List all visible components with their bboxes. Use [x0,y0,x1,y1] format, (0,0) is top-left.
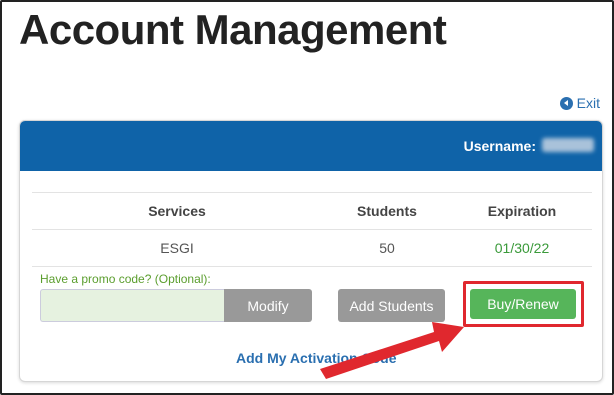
add-activation-code-link[interactable]: Add My Activation Code [236,350,397,366]
services-table: Services Students Expiration ESGI 50 01/… [32,192,592,267]
modify-button[interactable]: Modify [224,289,312,322]
column-header-expiration: Expiration [487,203,557,219]
add-students-button[interactable]: Add Students [338,289,445,322]
username-value-redacted [542,138,594,152]
cell-expiration: 01/30/22 [494,240,550,256]
promo-code-label: Have a promo code? (Optional): [40,272,211,286]
screenshot-frame: Account Management Exit Username: Servic… [0,0,614,395]
page-title-bold: Management [194,6,447,53]
account-panel: Username: Services Students Expiration E… [19,120,603,382]
circle-chevron-left-icon [559,96,573,110]
column-header-students: Students [357,203,417,219]
buy-renew-button[interactable]: Buy/Renew [470,289,576,319]
column-header-services: Services [148,203,206,219]
table-row: ESGI 50 01/30/22 [32,230,592,267]
username-label: Username: [463,138,536,154]
buy-renew-highlight-box: Buy/Renew [463,281,584,327]
panel-header: Username: [20,121,602,171]
page-title-regular: Account [19,6,195,53]
table-header-row: Services Students Expiration [32,193,592,230]
cell-service: ESGI [160,240,194,256]
promo-code-input[interactable] [40,289,224,322]
cell-students: 50 [379,240,395,256]
exit-label: Exit [576,95,600,111]
page-title: Account Management [19,6,447,54]
exit-link[interactable]: Exit [559,95,600,111]
